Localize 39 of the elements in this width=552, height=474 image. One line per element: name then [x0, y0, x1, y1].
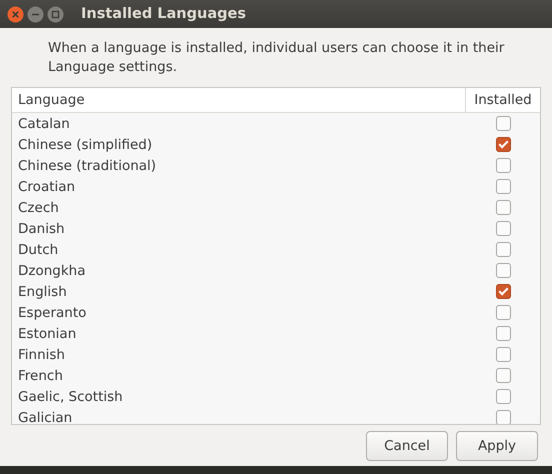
- installed-checkbox[interactable]: [496, 284, 510, 299]
- language-name[interactable]: Esperanto: [12, 304, 466, 320]
- maximize-icon[interactable]: [47, 6, 64, 22]
- installed-checkbox[interactable]: [496, 200, 510, 215]
- installed-checkbox[interactable]: [496, 263, 510, 278]
- dialog-button[interactable]: Apply: [456, 431, 538, 461]
- minimize-icon[interactable]: [27, 6, 44, 22]
- installed-checkbox[interactable]: [496, 410, 510, 424]
- language-name[interactable]: Dzongkha: [12, 262, 466, 278]
- language-name[interactable]: Czech: [12, 200, 466, 216]
- description-text: When a language is installed, individual users can choose it in their Language settings.: [48, 39, 506, 77]
- window-title: Installed Languages: [81, 6, 246, 22]
- language-name[interactable]: Estonian: [12, 326, 466, 342]
- installed-checkbox[interactable]: [496, 221, 510, 236]
- language-name[interactable]: Chinese (traditional): [12, 158, 466, 174]
- language-name[interactable]: English: [12, 284, 466, 300]
- installed-checkbox[interactable]: [496, 137, 510, 152]
- language-name[interactable]: Galician: [12, 410, 466, 424]
- language-name[interactable]: Danish: [12, 220, 466, 236]
- installed-checkbox[interactable]: [496, 389, 510, 404]
- installed-checkbox[interactable]: [496, 179, 510, 194]
- language-name[interactable]: French: [12, 368, 466, 384]
- column-header[interactable]: Installed: [466, 88, 540, 112]
- installed-checkbox[interactable]: [496, 158, 510, 173]
- installed-checkbox[interactable]: [496, 326, 510, 341]
- installed-checkbox[interactable]: [496, 347, 510, 362]
- language-name[interactable]: Chinese (simplified): [12, 136, 466, 152]
- installed-checkbox[interactable]: [496, 116, 510, 131]
- close-icon[interactable]: [7, 6, 24, 22]
- language-name[interactable]: Finnish: [12, 346, 466, 362]
- installed-checkbox[interactable]: [496, 242, 510, 257]
- dialog-button[interactable]: Cancel: [366, 431, 448, 461]
- installed-checkbox[interactable]: [496, 368, 510, 383]
- language-name[interactable]: Catalan: [12, 116, 466, 132]
- column-header[interactable]: Language: [12, 88, 466, 112]
- installed-checkbox[interactable]: [496, 305, 510, 320]
- language-name[interactable]: Gaelic, Scottish: [12, 388, 466, 404]
- language-name[interactable]: Croatian: [12, 178, 466, 194]
- language-name[interactable]: Dutch: [12, 242, 466, 258]
